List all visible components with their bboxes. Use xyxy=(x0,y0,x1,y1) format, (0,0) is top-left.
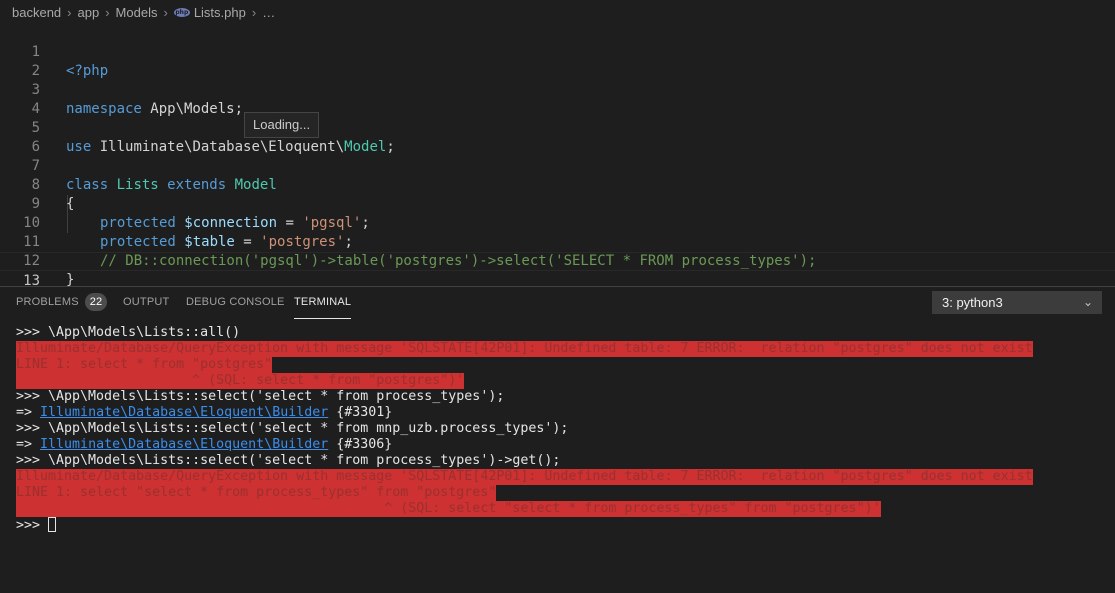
breadcrumb-item-backend[interactable]: backend xyxy=(12,5,61,20)
error-line: ^ (SQL: select "select * from process_ty… xyxy=(16,501,881,517)
chevron-down-icon: ⌄ xyxy=(1082,295,1093,309)
terminal-cursor xyxy=(48,517,57,532)
terminal-prompt-line[interactable]: >>> xyxy=(16,517,1111,533)
error-line: Illuminate/Database/QueryException with … xyxy=(16,341,1033,357)
terminal-line: >>> \App\Models\Lists::select('select * … xyxy=(16,389,505,404)
loading-tooltip: Loading... xyxy=(244,112,320,138)
error-line: Illuminate/Database/QueryException with … xyxy=(16,469,1033,485)
builder-link[interactable]: Illuminate\Database\Eloquent\Builder xyxy=(40,405,328,420)
terminal-select[interactable]: 3: python3 ⌄ xyxy=(932,291,1102,314)
editor-line[interactable]: 10 protected $table = 'postgres'; xyxy=(0,195,1115,250)
tab-problems-label: PROBLEMS xyxy=(16,296,79,308)
terminal-line: >>> \App\Models\Lists::select('select * … xyxy=(16,453,561,468)
problems-count-badge: 22 xyxy=(84,293,108,311)
code-editor[interactable]: 1 <?php 2 3 namespace App\Models; 4 5 us… xyxy=(0,24,1115,289)
prompt: >>> xyxy=(16,518,49,533)
editor-line[interactable]: 8 { xyxy=(0,157,1115,212)
editor-line[interactable]: 2 xyxy=(0,43,1115,79)
chevron-right-icon: › xyxy=(251,4,257,20)
editor-line[interactable]: 3 namespace App\Models; xyxy=(0,62,1115,117)
terminal-line: >>> \App\Models\Lists::all() xyxy=(16,325,241,340)
terminal-output[interactable]: >>> \App\Models\Lists::all() Illuminate/… xyxy=(16,325,1111,533)
tab-terminal[interactable]: TERMINAL xyxy=(294,287,352,319)
terminal-line: => Illuminate\Database\Eloquent\Builder … xyxy=(16,405,1111,421)
breadcrumb-item-models[interactable]: Models xyxy=(116,5,158,20)
chevron-right-icon: › xyxy=(163,4,168,20)
terminal-line: => Illuminate\Database\Eloquent\Builder … xyxy=(16,437,1111,453)
error-line: LINE 1: select * from "postgres" xyxy=(16,357,273,373)
object-id: {#3306} xyxy=(328,437,393,452)
breadcrumb: backend › app › Models › php Lists.php ›… xyxy=(0,0,1115,24)
editor-line[interactable]: 7 class Lists extends Model xyxy=(0,138,1115,193)
editor-line[interactable]: 6 xyxy=(0,119,1115,155)
error-line: LINE 1: select "select * from process_ty… xyxy=(16,485,497,501)
editor-line[interactable]: 5 use Illuminate\Database\Eloquent\Model… xyxy=(0,100,1115,155)
editor-line[interactable]: 1 <?php xyxy=(0,24,1115,79)
result-arrow: => xyxy=(16,405,41,420)
tab-debug-console[interactable]: DEBUG CONSOLE xyxy=(186,287,285,317)
tab-output[interactable]: OUTPUT xyxy=(123,287,169,317)
error-line: ^ (SQL: select * from "postgres")' xyxy=(16,373,465,389)
result-arrow: => xyxy=(16,437,41,452)
editor-line[interactable]: 4 xyxy=(0,81,1115,117)
terminal-line: >>> \App\Models\Lists::select('select * … xyxy=(16,421,569,436)
editor-line-current[interactable]: 13 xyxy=(0,252,1115,289)
breadcrumb-ellipsis[interactable]: … xyxy=(262,5,275,20)
breadcrumb-item-app[interactable]: app xyxy=(78,5,100,20)
editor-line[interactable]: 12 } xyxy=(0,233,1115,288)
chevron-right-icon: › xyxy=(67,4,72,20)
tab-problems[interactable]: PROBLEMS 22 xyxy=(16,287,108,317)
editor-line[interactable]: 9 protected $connection = 'pgsql'; xyxy=(0,176,1115,231)
breadcrumb-item-file[interactable]: Lists.php xyxy=(194,5,246,20)
php-icon: php xyxy=(173,7,190,17)
terminal-select-value: 3: python3 xyxy=(942,295,1003,310)
object-id: {#3301} xyxy=(328,405,393,420)
editor-line[interactable]: 11 // DB::connection('pgsql')->table('po… xyxy=(0,214,1115,269)
chevron-right-icon: › xyxy=(105,4,110,20)
builder-link[interactable]: Illuminate\Database\Eloquent\Builder xyxy=(40,437,328,452)
